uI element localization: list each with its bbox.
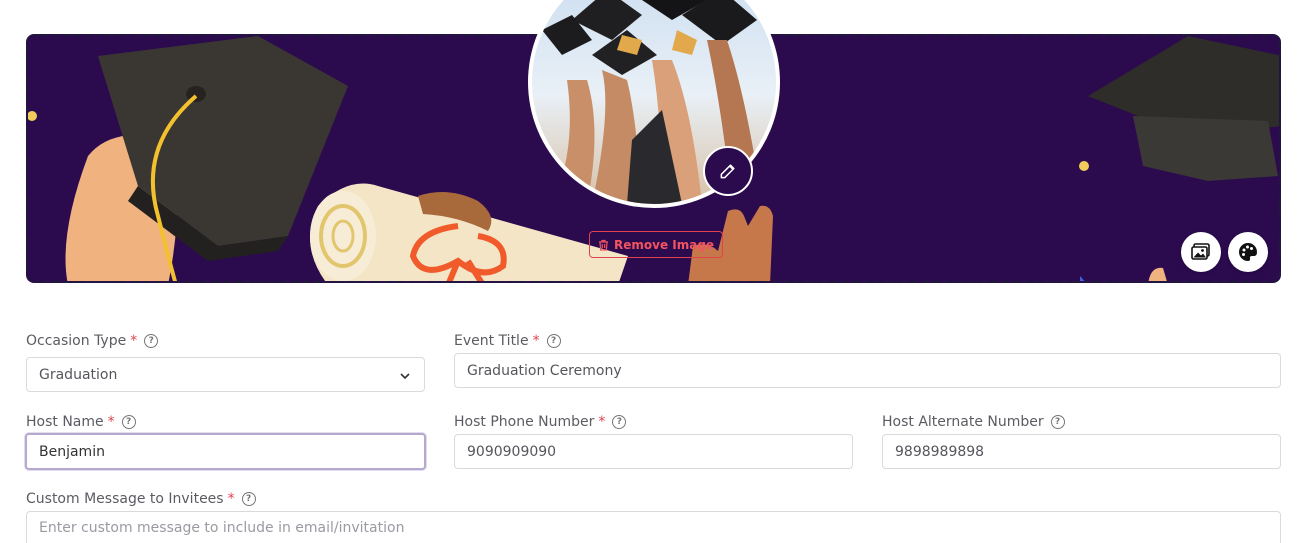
host-name-label: Host Name * ? bbox=[26, 414, 136, 430]
palette-icon bbox=[1239, 243, 1257, 261]
theme-palette-button[interactable] bbox=[1228, 232, 1268, 272]
host-name-label-text: Host Name bbox=[26, 414, 104, 430]
required-marker: * bbox=[227, 491, 235, 507]
custom-message-input[interactable] bbox=[39, 520, 1268, 536]
remove-image-button[interactable]: Remove Image bbox=[589, 231, 724, 258]
pencil-icon bbox=[720, 164, 735, 179]
host-name-input[interactable] bbox=[39, 443, 412, 460]
help-icon[interactable]: ? bbox=[1050, 415, 1065, 429]
host-phone-input[interactable] bbox=[467, 443, 840, 460]
chevron-down-icon bbox=[400, 373, 410, 380]
host-phone-label: Host Phone Number * ? bbox=[454, 414, 627, 430]
occasion-type-label: Occasion Type * ? bbox=[26, 333, 159, 349]
event-title-input[interactable] bbox=[467, 362, 1268, 379]
required-marker: * bbox=[107, 414, 115, 430]
occasion-type-label-text: Occasion Type bbox=[26, 333, 127, 349]
help-icon[interactable]: ? bbox=[241, 492, 256, 506]
host-alt-field[interactable] bbox=[882, 434, 1281, 469]
occasion-type-select[interactable]: Graduation bbox=[26, 357, 425, 392]
help-icon[interactable]: ? bbox=[144, 334, 159, 348]
custom-message-label: Custom Message to Invitees * ? bbox=[26, 491, 256, 507]
help-icon[interactable]: ? bbox=[121, 415, 136, 429]
required-marker: * bbox=[532, 333, 540, 349]
host-alt-input[interactable] bbox=[895, 443, 1268, 460]
image-icon bbox=[1191, 243, 1210, 260]
host-phone-label-text: Host Phone Number bbox=[454, 414, 595, 430]
occasion-type-value: Graduation bbox=[39, 366, 118, 383]
custom-message-label-text: Custom Message to Invitees bbox=[26, 491, 224, 507]
trash-icon bbox=[599, 239, 608, 251]
help-icon[interactable]: ? bbox=[546, 334, 561, 348]
required-marker: * bbox=[130, 333, 138, 349]
event-title-label-text: Event Title bbox=[454, 333, 529, 349]
edit-image-button[interactable] bbox=[703, 146, 753, 196]
host-name-field[interactable] bbox=[25, 433, 426, 470]
custom-message-field[interactable] bbox=[26, 511, 1281, 543]
event-title-field[interactable] bbox=[454, 353, 1281, 388]
change-background-button[interactable] bbox=[1181, 232, 1221, 272]
host-alt-label: Host Alternate Number ? bbox=[882, 414, 1065, 430]
remove-image-label: Remove Image bbox=[614, 237, 715, 252]
help-icon[interactable]: ? bbox=[612, 415, 627, 429]
required-marker: * bbox=[598, 414, 606, 430]
host-phone-field[interactable] bbox=[454, 434, 853, 469]
host-alt-label-text: Host Alternate Number bbox=[882, 414, 1044, 430]
event-title-label: Event Title * ? bbox=[454, 333, 561, 349]
